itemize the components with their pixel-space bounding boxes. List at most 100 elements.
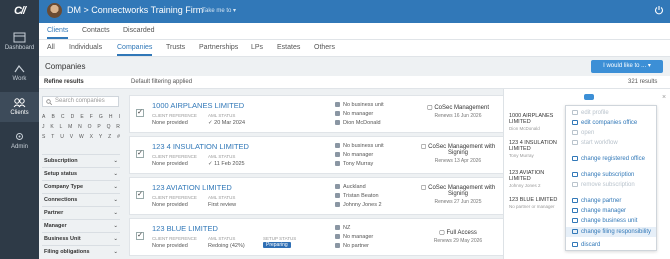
bag-icon: ▢ — [439, 230, 447, 236]
letter-filter[interactable]: M — [68, 124, 72, 130]
menu-item-change-registered-office[interactable]: change registered office — [572, 156, 645, 162]
company-name-link[interactable]: 1000 AIRPLANES LIMITED — [152, 101, 244, 110]
tab-individuals[interactable]: Individuals — [69, 44, 102, 51]
nav-rail: C// Dashboard Work Clients Admin — [0, 0, 39, 259]
more-actions-button[interactable] — [584, 94, 594, 100]
tab-estates[interactable]: Estates — [277, 44, 300, 51]
company-row[interactable]: ✓ 123 BLUE LIMITED CLIENT REFERENCE None… — [129, 218, 505, 256]
letter-filter[interactable]: Q — [107, 124, 111, 130]
tab-all[interactable]: All — [47, 44, 55, 51]
search-input[interactable]: Search companies — [42, 96, 119, 107]
building-icon — [335, 102, 340, 108]
letter-filter[interactable]: V — [70, 134, 73, 140]
tab-contacts[interactable]: Contacts — [82, 27, 110, 34]
row-checkbox[interactable]: ✓ — [136, 191, 144, 199]
default-filter-text: Default filtering applied — [131, 79, 193, 85]
menu-item-remove-subscription[interactable]: remove subscription — [572, 182, 635, 188]
letter-filter[interactable]: L — [60, 124, 63, 130]
close-icon[interactable]: × — [662, 94, 666, 101]
letter-filter[interactable]: J — [42, 124, 45, 130]
letter-filter[interactable]: H — [109, 114, 113, 120]
menu-item-change-partner[interactable]: change partner — [572, 198, 621, 204]
facet-filing-obligations[interactable]: Filing obligations ⌄ — [42, 245, 120, 257]
subscription-name: CoSec Management — [434, 105, 490, 111]
menu-item-open[interactable]: open — [572, 130, 594, 136]
aml-status-label: AML STATUS — [208, 195, 236, 200]
letter-filter[interactable]: P — [97, 124, 100, 130]
tab-partnerships[interactable]: Partnerships — [199, 44, 238, 51]
letter-filter[interactable]: Y — [99, 134, 102, 140]
breadcrumb[interactable]: DM > Connectworks Training Firm — [67, 5, 203, 15]
letter-filter[interactable]: # — [117, 134, 120, 140]
chevron-down-icon: ⌄ — [113, 184, 118, 190]
company-name-link[interactable]: 123 BLUE LIMITED — [152, 224, 218, 233]
letter-filter[interactable]: D — [71, 114, 75, 120]
setup-status-label: SETUP STATUS — [263, 236, 297, 241]
nav-item-work[interactable]: Work — [0, 63, 39, 82]
aml-status-label: AML STATUS — [208, 154, 236, 159]
remove-icon — [572, 182, 578, 187]
building-icon — [335, 225, 340, 231]
tab-companies[interactable]: Companies — [117, 44, 153, 56]
row-checkbox[interactable]: ✓ — [136, 232, 144, 240]
manager-value: Tristan Beaton — [343, 193, 379, 199]
company-name-link[interactable]: 123 4 INSULATION LIMITED — [152, 142, 249, 151]
nav-item-dashboard[interactable]: Dashboard — [0, 32, 39, 51]
letter-filter[interactable]: Z — [108, 134, 111, 140]
letter-filter[interactable]: U — [60, 134, 64, 140]
menu-item-start-workflow[interactable]: start workflow — [572, 140, 618, 146]
facet-manager[interactable]: Manager ⌄ — [42, 219, 120, 231]
tab-clients[interactable]: Clients — [47, 27, 69, 39]
facet-business-unit[interactable]: Business Unit ⌄ — [42, 232, 120, 244]
tab-trusts[interactable]: Trusts — [166, 44, 185, 51]
letter-filter[interactable]: F — [90, 114, 93, 120]
menu-item-discard[interactable]: discard — [572, 242, 600, 248]
nav-item-clients[interactable]: Clients — [0, 92, 39, 122]
menu-item-change-business-unit[interactable]: change business unit — [572, 218, 637, 224]
letter-filter[interactable]: O — [88, 124, 92, 130]
subscription-name: CoSec Management with Signing — [428, 144, 496, 156]
facet-company-type[interactable]: Company Type ⌄ — [42, 180, 120, 192]
nav-item-admin[interactable]: Admin — [0, 131, 39, 150]
letter-filter[interactable]: C — [61, 114, 65, 120]
row-checkbox[interactable]: ✓ — [136, 109, 144, 117]
letter-filter[interactable]: S — [42, 134, 45, 140]
company-row[interactable]: ✓ 1000 AIRPLANES LIMITED CLIENT REFERENC… — [129, 95, 505, 133]
dashboard-icon — [13, 32, 26, 43]
facet-setup-status[interactable]: Setup status ⌄ — [42, 167, 120, 179]
power-icon[interactable] — [654, 5, 664, 15]
letter-filter[interactable]: W — [79, 134, 84, 140]
menu-item-edit-companies-office[interactable]: edit companies office — [572, 120, 637, 126]
menu-item-change-filing-responsibility[interactable]: change filing responsibility — [566, 227, 656, 237]
take-me-to-dropdown[interactable]: Take me to ▾ — [202, 7, 236, 14]
menu-item-change-subscription[interactable]: change subscription — [572, 172, 634, 178]
letter-filter[interactable]: N — [78, 124, 82, 130]
tab-discarded[interactable]: Discarded — [123, 27, 155, 34]
avatar[interactable] — [47, 3, 62, 18]
company-name-link[interactable]: 123 AVIATION LIMITED — [152, 183, 232, 192]
letter-filter[interactable]: A — [42, 114, 45, 120]
letter-filter[interactable]: T — [51, 134, 54, 140]
company-row[interactable]: ✓ 123 4 INSULATION LIMITED CLIENT REFERE… — [129, 136, 505, 174]
tab-lps[interactable]: LPs — [251, 44, 263, 51]
letter-filter[interactable]: G — [99, 114, 103, 120]
menu-item-change-manager[interactable]: change manager — [572, 208, 626, 214]
letter-filter[interactable]: R — [116, 124, 120, 130]
i-would-like-to-button[interactable]: I would like to ... ▾ — [591, 60, 663, 73]
letter-filter[interactable]: B — [51, 114, 54, 120]
letter-filter[interactable]: E — [80, 114, 83, 120]
company-row[interactable]: ✓ 123 AVIATION LIMITED CLIENT REFERENCE … — [129, 177, 505, 215]
facet-partner[interactable]: Partner ⌄ — [42, 206, 120, 218]
letter-filter[interactable]: I — [119, 114, 120, 120]
client-reference-label: CLIENT REFERENCE — [152, 113, 197, 118]
tab-others[interactable]: Others — [314, 44, 335, 51]
menu-item-edit-profile[interactable]: edit profile — [572, 110, 609, 116]
letter-filter[interactable]: X — [90, 134, 93, 140]
row-checkbox[interactable]: ✓ — [136, 150, 144, 158]
actions-menu: edit profile edit companies office open … — [565, 105, 657, 251]
facet-subscription[interactable]: Subscription ⌄ — [42, 154, 120, 166]
letter-filter[interactable]: K — [50, 124, 53, 130]
work-icon — [14, 64, 25, 73]
facet-connections[interactable]: Connections ⌄ — [42, 193, 120, 205]
brand-logo[interactable]: C// — [0, 0, 39, 23]
